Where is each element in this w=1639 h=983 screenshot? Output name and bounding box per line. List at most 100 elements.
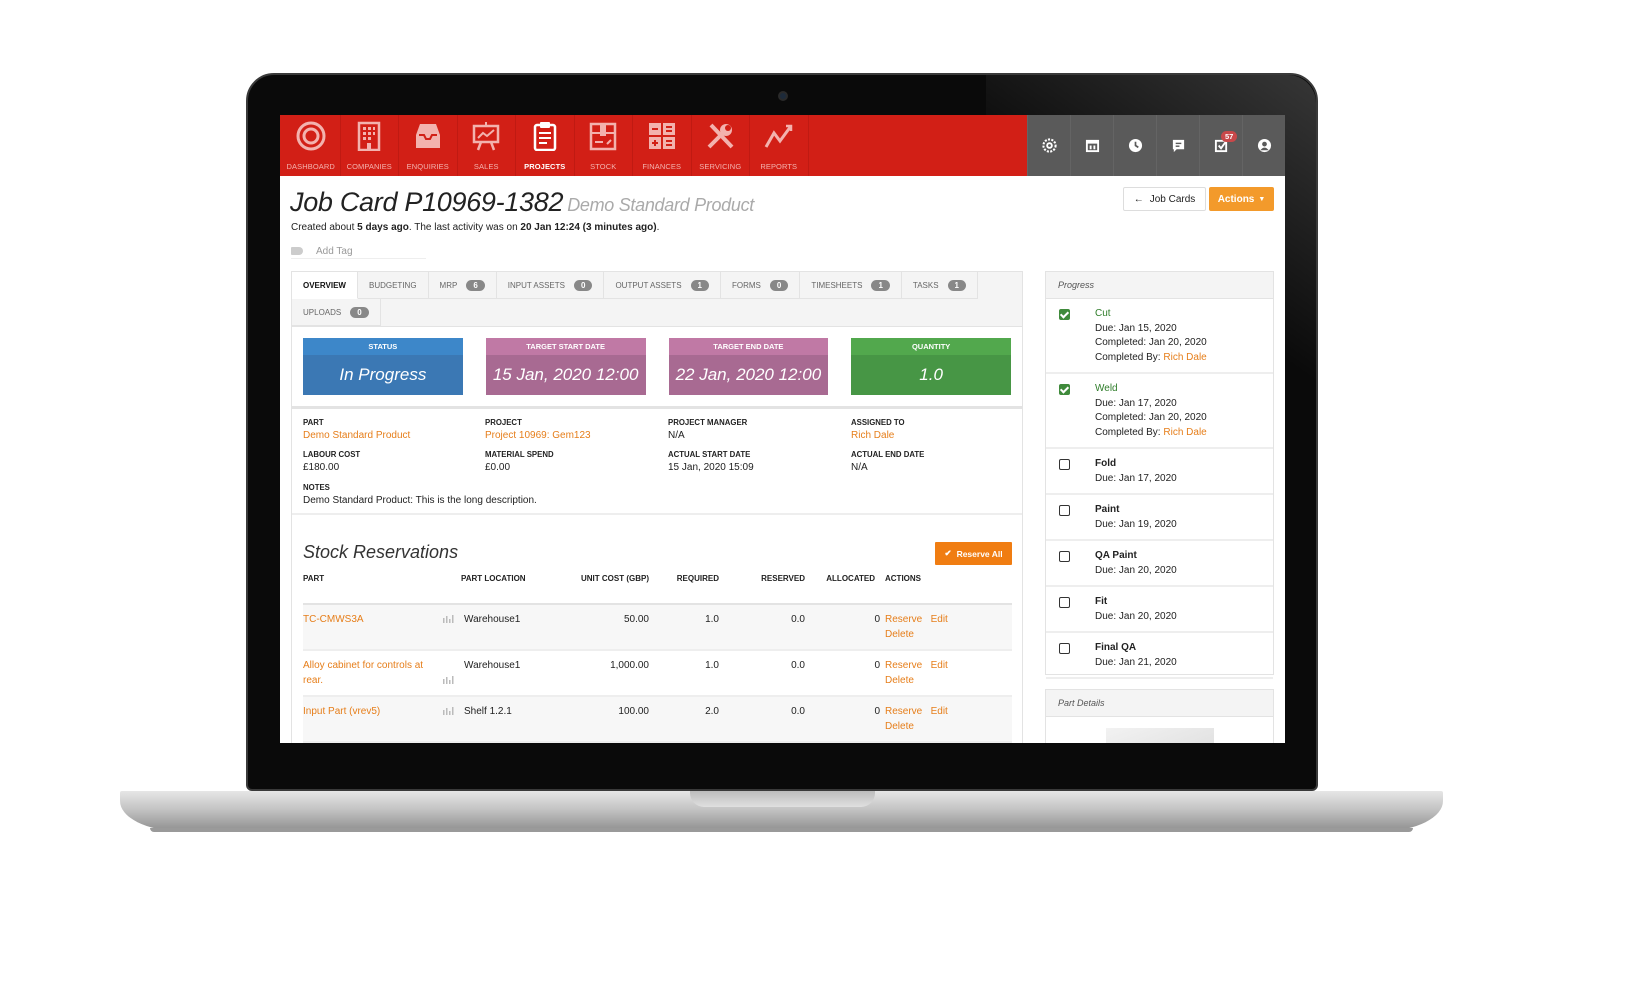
completed-by-user[interactable]: Rich Dale bbox=[1163, 352, 1206, 363]
notes-label: NOTES bbox=[303, 483, 330, 492]
tasks-button[interactable]: 57 bbox=[1199, 115, 1242, 176]
tab-uploads[interactable]: UPLOADS 0 bbox=[292, 299, 381, 326]
add-tag-input[interactable]: Add Tag bbox=[291, 244, 426, 259]
column-header[interactable]: ACTIONS bbox=[885, 574, 1012, 605]
notes-section: NOTES Demo Standard Product: This is the… bbox=[292, 473, 1022, 515]
tab-overview[interactable]: OVERVIEW bbox=[292, 272, 358, 299]
column-header[interactable]: RESERVED bbox=[729, 574, 815, 605]
job-cards-button[interactable]: ← Job Cards bbox=[1123, 187, 1206, 211]
progress-checkbox[interactable] bbox=[1059, 505, 1070, 516]
detail-value: £180.00 bbox=[303, 462, 340, 473]
reserve-link[interactable]: Reserve bbox=[885, 706, 922, 717]
column-header[interactable]: REQUIRED bbox=[659, 574, 729, 605]
reserve-all-button[interactable]: ✔ Reserve All bbox=[935, 542, 1012, 565]
nav-item-projects[interactable]: PROJECTS bbox=[516, 115, 575, 176]
row-actions: Reserve Edit Delete bbox=[885, 650, 1012, 697]
edit-link[interactable]: Edit bbox=[931, 614, 948, 625]
stock-chart-icon[interactable] bbox=[443, 615, 454, 623]
tab-budgeting[interactable]: BUDGETING bbox=[357, 272, 429, 299]
detail-project-manager: PROJECT MANAGER N/A bbox=[668, 418, 851, 441]
detail-value[interactable]: Demo Standard Product bbox=[303, 430, 485, 441]
clock-button[interactable] bbox=[1113, 115, 1156, 176]
part-link[interactable]: TC-CMWS3A bbox=[303, 614, 364, 625]
utility-nav: 57 bbox=[1027, 115, 1285, 176]
nav-item-finances[interactable]: FINANCES bbox=[633, 115, 692, 176]
unit-cost: 50.00 bbox=[579, 604, 659, 651]
step-name: Paint bbox=[1095, 504, 1120, 515]
edit-link[interactable]: Edit bbox=[931, 706, 948, 717]
nav-item-companies[interactable]: COMPANIES bbox=[341, 115, 399, 176]
column-header[interactable]: PART LOCATION bbox=[461, 574, 579, 605]
webcam bbox=[778, 91, 788, 101]
detail-material-spend: MATERIAL SPEND £0.00 bbox=[485, 450, 668, 473]
progress-item-fold: Fold Due: Jan 17, 2020 bbox=[1046, 449, 1273, 495]
table-header-row: PART PART LOCATION UNIT COST (GBP) REQUIRED… bbox=[303, 574, 1012, 605]
tab-label: TIMESHEETS bbox=[811, 280, 863, 290]
reserve-link[interactable]: Reserve bbox=[885, 614, 922, 625]
step-completed: Completed: Jan 20, 2020 bbox=[1095, 337, 1207, 348]
completed-by-user[interactable]: Rich Dale bbox=[1163, 427, 1206, 438]
allocated-qty: 0 bbox=[815, 604, 885, 651]
part-link[interactable]: Alloy cabinet for controls at rear. bbox=[303, 660, 423, 686]
nav-item-enquiries[interactable]: ENQUIRIES bbox=[399, 115, 458, 176]
tab-bar: OVERVIEW BUDGETING MRP 6 INPUT ASSETS 0 OUTPUT… bbox=[292, 272, 1022, 327]
nav-item-stock[interactable]: STOCK bbox=[575, 115, 633, 176]
stat-label: QUANTITY bbox=[851, 338, 1011, 355]
progress-checkbox[interactable] bbox=[1059, 597, 1070, 608]
tab-tasks[interactable]: TASKS 1 bbox=[901, 272, 978, 299]
unit-cost: 1,000.00 bbox=[579, 650, 659, 697]
step-due: Due: Jan 15, 2020 bbox=[1095, 322, 1177, 334]
progress-info: Fit Due: Jan 20, 2020 bbox=[1095, 595, 1177, 624]
progress-checkbox[interactable] bbox=[1059, 459, 1070, 470]
calculator-icon bbox=[647, 121, 677, 162]
detail-actual-start-date: ACTUAL START DATE 15 Jan, 2020 15:09 bbox=[668, 450, 851, 473]
edit-link[interactable]: Edit bbox=[931, 660, 948, 671]
nav-item-dashboard[interactable]: DASHBOARD bbox=[282, 115, 341, 176]
tab-label: TASKS bbox=[912, 280, 939, 290]
progress-checkbox[interactable] bbox=[1059, 309, 1070, 320]
tab-count-badge: 0 bbox=[769, 279, 789, 291]
activity-summary: Created about 5 days ago. The last activ… bbox=[291, 222, 659, 233]
stat-card-status: STATUS In Progress bbox=[303, 338, 463, 395]
tab-input-assets[interactable]: INPUT ASSETS 0 bbox=[496, 272, 605, 299]
column-header[interactable]: UNIT COST (GBP) bbox=[579, 574, 659, 605]
delete-link[interactable]: Delete bbox=[885, 629, 914, 640]
gear-button[interactable] bbox=[1027, 115, 1070, 176]
reserve-link[interactable]: Reserve bbox=[885, 660, 922, 671]
user-button[interactable] bbox=[1242, 115, 1285, 176]
column-header[interactable]: ALLOCATED bbox=[815, 574, 885, 605]
detail-value[interactable]: Rich Dale bbox=[851, 430, 1011, 441]
calendar-button[interactable] bbox=[1070, 115, 1113, 176]
delete-link[interactable]: Delete bbox=[885, 721, 914, 732]
tab-mrp[interactable]: MRP 6 bbox=[428, 272, 497, 299]
tab-label: MRP bbox=[439, 280, 458, 290]
nav-item-sales[interactable]: SALES bbox=[458, 115, 516, 176]
step-name: Fit bbox=[1095, 596, 1108, 607]
part-link[interactable]: Input Part (vrev5) bbox=[303, 706, 380, 717]
actions-dropdown-button[interactable]: Actions ▼ bbox=[1209, 187, 1274, 211]
detail-value[interactable]: Project 10969: Gem123 bbox=[485, 430, 668, 441]
stock-chart-icon[interactable] bbox=[443, 707, 454, 715]
tab-timesheets[interactable]: TIMESHEETS 1 bbox=[800, 272, 902, 299]
nav-item-reports[interactable]: REPORTS bbox=[750, 115, 809, 176]
tab-label: BUDGETING bbox=[368, 280, 417, 290]
progress-checkbox[interactable] bbox=[1059, 551, 1070, 562]
stat-cards: STATUS In Progress TARGET START DATE 15 Jan… bbox=[292, 327, 1022, 409]
column-header[interactable]: PART bbox=[303, 574, 461, 605]
progress-checkbox[interactable] bbox=[1059, 643, 1070, 654]
tab-label: OVERVIEW bbox=[303, 280, 346, 290]
tab-forms[interactable]: FORMS 0 bbox=[720, 272, 801, 299]
step-due: Due: Jan 17, 2020 bbox=[1095, 397, 1177, 409]
page-title: Job Card P10969-1382 Demo Standard Produc… bbox=[290, 187, 754, 218]
nav-item-servicing[interactable]: SERVICING bbox=[692, 115, 750, 176]
reserved-qty: 0.0 bbox=[729, 742, 815, 743]
tag-icon bbox=[291, 247, 303, 255]
tab-output-assets[interactable]: OUTPUT ASSETS 1 bbox=[604, 272, 721, 299]
row-actions: Reserve Edit Delete bbox=[885, 696, 1012, 743]
delete-link[interactable]: Delete bbox=[885, 675, 914, 686]
user-icon bbox=[1257, 138, 1272, 153]
chat-button[interactable] bbox=[1156, 115, 1199, 176]
stock-chart-icon[interactable] bbox=[443, 676, 454, 684]
progress-checkbox[interactable] bbox=[1059, 384, 1070, 395]
stat-label: TARGET END DATE bbox=[668, 338, 829, 355]
